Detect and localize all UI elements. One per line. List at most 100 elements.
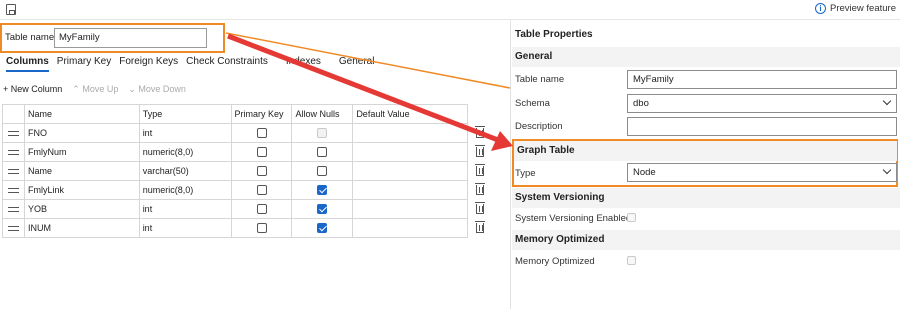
cell-type[interactable]: int xyxy=(138,218,232,238)
prop-system-versioning-label: System Versioning Enabled xyxy=(515,213,632,224)
table-row[interactable]: Name varchar(50) xyxy=(2,161,493,181)
cell-allow-nulls xyxy=(291,180,354,200)
primary-key-checkbox[interactable] xyxy=(256,147,267,158)
cell-default-value[interactable] xyxy=(352,123,468,143)
table-row[interactable]: FNO int xyxy=(2,123,493,143)
trash-icon xyxy=(474,202,485,215)
cell-primary-key xyxy=(230,180,293,200)
drag-handle-icon xyxy=(7,207,19,213)
row-delete-button[interactable] xyxy=(467,162,492,181)
cell-name[interactable]: Name xyxy=(23,161,140,181)
move-up-button[interactable]: ⌃ Move Up xyxy=(72,84,118,95)
prop-description-label: Description xyxy=(515,121,563,132)
cell-default-value[interactable] xyxy=(352,218,468,238)
allow-nulls-checkbox[interactable] xyxy=(317,147,328,158)
cell-name[interactable]: FmlyNum xyxy=(23,142,140,162)
table-row[interactable]: FmlyNum numeric(8,0) xyxy=(2,142,493,162)
tab-primary-key[interactable]: Primary Key xyxy=(57,56,111,72)
row-delete-button[interactable] xyxy=(467,219,492,238)
table-row[interactable]: INUM int xyxy=(2,218,493,238)
primary-key-checkbox[interactable] xyxy=(256,166,267,177)
properties-title: Table Properties xyxy=(515,29,593,40)
cell-allow-nulls xyxy=(291,161,354,181)
row-drag-handle[interactable] xyxy=(2,161,25,181)
row-delete-button[interactable] xyxy=(467,200,492,219)
prop-schema-select[interactable]: dbo xyxy=(627,94,897,113)
row-delete-button[interactable] xyxy=(467,124,492,143)
grid-header-default-value: Default Value xyxy=(352,104,468,124)
grid-header-name: Name xyxy=(23,104,140,124)
prop-type-select[interactable]: Node xyxy=(627,163,897,182)
cell-name[interactable]: YOB xyxy=(23,199,140,219)
preview-feature-link[interactable]: i Preview feature xyxy=(814,3,896,14)
row-drag-handle[interactable] xyxy=(2,123,25,143)
table-name-input[interactable]: MyFamily xyxy=(54,28,207,48)
cell-name[interactable]: FmlyLink xyxy=(23,180,140,200)
allow-nulls-checkbox xyxy=(317,128,328,139)
trash-icon xyxy=(474,145,485,158)
cell-name[interactable]: INUM xyxy=(23,218,140,238)
save-icon[interactable] xyxy=(6,4,16,15)
tab-foreign-keys[interactable]: Foreign Keys xyxy=(119,56,178,72)
row-drag-handle[interactable] xyxy=(2,180,25,200)
prop-description-input[interactable] xyxy=(627,117,897,136)
primary-key-checkbox[interactable] xyxy=(256,128,267,139)
memory-optimized-checkbox[interactable] xyxy=(627,256,636,265)
row-drag-handle[interactable] xyxy=(2,199,25,219)
allow-nulls-checkbox[interactable] xyxy=(317,204,328,215)
trash-icon xyxy=(474,183,485,196)
table-properties-panel: Table Properties General Table name MyFa… xyxy=(512,20,900,309)
table-row[interactable]: YOB int xyxy=(2,199,493,219)
grid-header-allow-nulls: Allow Nulls xyxy=(291,104,354,124)
primary-key-checkbox[interactable] xyxy=(256,204,267,215)
chevron-down-icon xyxy=(882,165,892,175)
cell-type[interactable]: numeric(8,0) xyxy=(138,142,232,162)
tab-columns[interactable]: Columns xyxy=(6,56,49,72)
cell-default-value[interactable] xyxy=(352,199,468,219)
prop-table-name-input[interactable]: MyFamily xyxy=(627,70,897,89)
cell-type[interactable]: int xyxy=(138,199,232,219)
system-versioning-checkbox[interactable] xyxy=(627,213,636,222)
cell-type[interactable]: varchar(50) xyxy=(138,161,232,181)
table-row[interactable]: FmlyLink numeric(8,0) xyxy=(2,180,493,200)
allow-nulls-checkbox[interactable] xyxy=(317,166,328,177)
cell-default-value[interactable] xyxy=(352,161,468,181)
tab-indexes[interactable]: Indexes xyxy=(286,56,321,72)
trash-icon xyxy=(474,164,485,177)
cell-primary-key xyxy=(230,199,293,219)
cell-primary-key xyxy=(230,142,293,162)
cell-name[interactable]: FNO xyxy=(23,123,140,143)
row-drag-handle[interactable] xyxy=(2,142,25,162)
primary-key-checkbox[interactable] xyxy=(256,185,267,196)
prop-table-name-label: Table name xyxy=(515,74,565,85)
primary-key-checkbox[interactable] xyxy=(256,223,267,234)
move-down-button[interactable]: ⌄ Move Down xyxy=(128,84,186,95)
row-delete-button[interactable] xyxy=(467,143,492,162)
cell-allow-nulls xyxy=(291,199,354,219)
cell-type[interactable]: numeric(8,0) xyxy=(138,180,232,200)
row-drag-handle[interactable] xyxy=(2,218,25,238)
grid-header-handle xyxy=(2,104,25,124)
section-memory-optimized: Memory Optimized xyxy=(512,230,900,250)
new-column-button[interactable]: + New Column xyxy=(3,84,62,95)
drag-handle-icon xyxy=(7,131,19,137)
cell-default-value[interactable] xyxy=(352,142,468,162)
tab-general[interactable]: General xyxy=(339,56,375,72)
cell-default-value[interactable] xyxy=(352,180,468,200)
allow-nulls-checkbox[interactable] xyxy=(317,223,328,234)
cell-primary-key xyxy=(230,123,293,143)
row-delete-button[interactable] xyxy=(467,181,492,200)
trash-icon xyxy=(475,221,486,234)
cell-primary-key xyxy=(230,218,293,238)
tab-check-constraints[interactable]: Check Constraints xyxy=(186,56,268,72)
cell-allow-nulls xyxy=(291,218,354,238)
cell-primary-key xyxy=(230,161,293,181)
prop-type-label: Type xyxy=(515,168,536,179)
section-system-versioning: System Versioning xyxy=(512,188,900,208)
columns-grid: Name Type Primary Key Allow Nulls Defaul… xyxy=(2,104,493,238)
section-general: General xyxy=(512,47,900,67)
cell-type[interactable]: int xyxy=(138,123,232,143)
grid-header-row: Name Type Primary Key Allow Nulls Defaul… xyxy=(2,104,493,124)
table-name-label: Table name xyxy=(5,32,55,43)
allow-nulls-checkbox[interactable] xyxy=(317,185,328,196)
